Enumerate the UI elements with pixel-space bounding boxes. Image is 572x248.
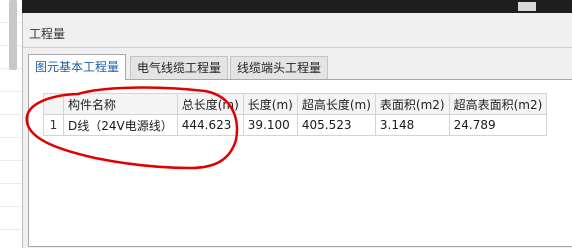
header-index xyxy=(43,93,64,115)
cell-over-height-length[interactable]: 405.523 xyxy=(296,114,376,136)
cell-length[interactable]: 39.100 xyxy=(242,114,298,136)
background-top-bar xyxy=(22,0,572,13)
tab-content: 构件名称 总长度(m) 长度(m) 超高长度(m) 表面积(m2) 超高表面积(… xyxy=(28,79,572,247)
cell-surface-area[interactable]: 3.148 xyxy=(374,114,450,136)
tab-basic-quantities[interactable]: 图元基本工程量 xyxy=(28,54,127,80)
header-total-length[interactable]: 总长度(m) xyxy=(176,93,244,115)
header-surface-area[interactable]: 表面积(m2) xyxy=(374,93,450,115)
header-over-height-surface-area[interactable]: 超高表面积(m2) xyxy=(448,93,548,115)
background-app-strip xyxy=(0,0,22,248)
header-over-height-length[interactable]: 超高长度(m) xyxy=(296,93,376,115)
table-header-row: 构件名称 总长度(m) 长度(m) 超高长度(m) 表面积(m2) 超高表面积(… xyxy=(43,93,548,115)
background-toolbar-button[interactable] xyxy=(518,2,536,11)
panel-title: 工程量 xyxy=(29,27,66,41)
quantity-table: 构件名称 总长度(m) 长度(m) 超高长度(m) 表面积(m2) 超高表面积(… xyxy=(43,93,548,136)
header-component-name[interactable]: 构件名称 xyxy=(63,93,178,115)
quantities-panel: 工程量 图元基本工程量 电气线缆工程量 线缆端头工程量 构件名称 总长度(m) … xyxy=(22,13,572,248)
background-scrollbar[interactable] xyxy=(9,0,17,70)
cell-over-height-surface-area[interactable]: 24.789 xyxy=(448,114,548,136)
cell-total-length[interactable]: 444.623 xyxy=(176,114,244,136)
row-index: 1 xyxy=(43,114,64,136)
tab-cable-terminal-quantities[interactable]: 线缆端头工程量 xyxy=(230,56,329,79)
tab-electrical-cable-quantities[interactable]: 电气线缆工程量 xyxy=(130,56,229,79)
title-divider xyxy=(23,47,572,48)
header-length[interactable]: 长度(m) xyxy=(242,93,298,115)
cell-component-name[interactable]: D线（24V电源线） xyxy=(63,114,178,136)
table-row[interactable]: 1 D线（24V电源线） 444.623 39.100 405.523 3.14… xyxy=(43,114,548,136)
